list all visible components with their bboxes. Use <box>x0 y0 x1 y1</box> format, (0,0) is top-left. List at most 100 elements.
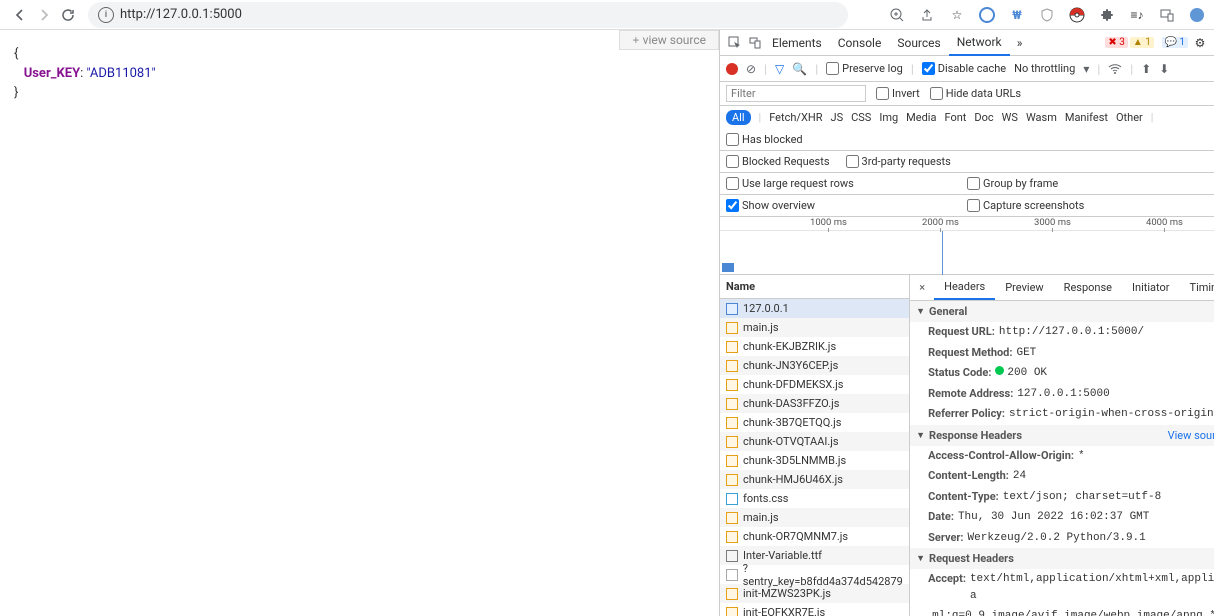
back-button[interactable] <box>8 3 32 27</box>
invert-checkbox[interactable]: Invert <box>876 87 920 100</box>
bookmark-icon[interactable]: ☆ <box>948 6 966 24</box>
search-icon[interactable]: 🔍 <box>792 62 807 76</box>
header-row: Content-Length:24 <box>910 466 1214 487</box>
puzzle-icon[interactable] <box>1098 6 1116 24</box>
request-row[interactable]: chunk-HMJ6U46X.js <box>720 470 909 489</box>
detail-tab-initiator[interactable]: Initiator <box>1122 276 1180 299</box>
general-section-title[interactable]: ▼General <box>910 301 1214 322</box>
disable-cache-checkbox[interactable]: Disable cache <box>922 62 1006 75</box>
capture-screenshots-checkbox[interactable]: Capture screenshots <box>967 199 1208 212</box>
file-icon <box>726 360 738 372</box>
blocked-requests-checkbox[interactable]: Blocked Requests <box>726 155 830 168</box>
request-row[interactable]: chunk-3D5LNMMB.js <box>720 451 909 470</box>
type-other[interactable]: Other <box>1116 111 1143 124</box>
response-headers-title[interactable]: ▼Response HeadersView source <box>910 425 1214 446</box>
has-blocked-checkbox[interactable]: Has blocked <box>726 133 803 146</box>
request-row[interactable]: chunk-EKJBZRIK.js <box>720 337 909 356</box>
type-manifest[interactable]: Manifest <box>1065 111 1108 124</box>
view-source-button[interactable]: + view source <box>619 30 719 50</box>
tab-network[interactable]: Network <box>949 30 1010 56</box>
close-details-button[interactable]: × <box>910 281 934 294</box>
type-fetch[interactable]: Fetch/XHR <box>769 111 822 124</box>
request-row[interactable]: chunk-3B7QETQQ.js <box>720 413 909 432</box>
file-icon <box>726 455 738 467</box>
show-overview-checkbox[interactable]: Show overview <box>726 199 967 212</box>
filter-input[interactable] <box>726 85 866 102</box>
request-row[interactable]: main.js <box>720 318 909 337</box>
request-headers-title[interactable]: ▼Request Headers <box>910 548 1214 569</box>
extension-2-icon[interactable]: ₩ <box>1008 6 1026 24</box>
detail-tab-response[interactable]: Response <box>1054 276 1122 299</box>
type-js[interactable]: JS <box>831 111 844 124</box>
header-row: Accept:text/html,application/xhtml+xml,a… <box>910 569 1214 606</box>
pokeball-icon[interactable] <box>1068 6 1086 24</box>
request-row[interactable]: chunk-OTVQTAAI.js <box>720 432 909 451</box>
request-name: chunk-3D5LNMMB.js <box>743 454 846 467</box>
file-icon <box>726 550 738 562</box>
request-row[interactable]: chunk-JN3Y6CEP.js <box>720 356 909 375</box>
message-badge[interactable]: 💬 1 <box>1162 37 1188 48</box>
hide-data-urls-checkbox[interactable]: Hide data URLs <box>930 87 1021 100</box>
more-tabs-icon[interactable]: » <box>1010 36 1030 50</box>
request-row[interactable]: fonts.css <box>720 489 909 508</box>
profile-icon[interactable] <box>1188 6 1206 24</box>
extension-1-icon[interactable] <box>978 6 996 24</box>
error-badge[interactable]: ✖ 3 <box>1105 37 1127 48</box>
devices-icon[interactable] <box>1158 6 1176 24</box>
detail-tab-timing[interactable]: Timing <box>1180 276 1214 299</box>
type-doc[interactable]: Doc <box>974 111 993 124</box>
view-source-link[interactable]: View source <box>1168 429 1214 442</box>
type-media[interactable]: Media <box>906 111 936 124</box>
request-name: chunk-HMJ6U46X.js <box>743 473 843 486</box>
forward-button[interactable] <box>32 3 56 27</box>
share-icon[interactable] <box>918 6 936 24</box>
shield-icon[interactable] <box>1038 6 1056 24</box>
tab-sources[interactable]: Sources <box>889 31 948 55</box>
request-row[interactable]: chunk-DFDMEKSX.js <box>720 375 909 394</box>
third-party-checkbox[interactable]: 3rd-party requests <box>846 155 951 168</box>
zoom-icon[interactable] <box>888 6 906 24</box>
request-row[interactable]: chunk-DAS3FFZO.js <box>720 394 909 413</box>
request-name: main.js <box>743 511 779 524</box>
clear-button[interactable]: ⊘ <box>746 62 756 76</box>
timeline[interactable]: 1000 ms 2000 ms 3000 ms 4000 ms <box>720 217 1214 275</box>
type-img[interactable]: Img <box>879 111 898 124</box>
download-icon[interactable]: ⬇ <box>1159 62 1169 76</box>
detail-tab-headers[interactable]: Headers <box>934 275 995 300</box>
playlist-icon[interactable]: ≡♪ <box>1128 6 1146 24</box>
request-row[interactable]: 127.0.0.1 <box>720 299 909 318</box>
type-wasm[interactable]: Wasm <box>1026 111 1057 124</box>
detail-tab-preview[interactable]: Preview <box>995 276 1053 299</box>
throttling-arrow-icon[interactable]: ▾ <box>1083 62 1089 76</box>
wifi-icon[interactable] <box>1108 63 1122 75</box>
request-name: init-MZWS23PK.js <box>743 587 831 600</box>
request-row[interactable]: chunk-OR7QMNM7.js <box>720 527 909 546</box>
header-row: ml;q=0.9,image/avif,image/webp,image/apn… <box>910 606 1214 616</box>
request-name: fonts.css <box>743 492 788 505</box>
type-font[interactable]: Font <box>944 111 966 124</box>
file-icon <box>726 607 738 616</box>
throttling-select[interactable]: No throttling <box>1014 62 1075 75</box>
group-frame-checkbox[interactable]: Group by frame <box>967 177 1208 190</box>
type-all[interactable]: All <box>726 110 751 125</box>
name-column-header[interactable]: Name <box>720 275 909 299</box>
filter-icon[interactable]: ▽ <box>775 62 784 76</box>
preserve-log-checkbox[interactable]: Preserve log <box>826 62 903 75</box>
upload-icon[interactable]: ⬆ <box>1141 62 1151 76</box>
inspect-icon[interactable] <box>724 36 744 50</box>
type-css[interactable]: CSS <box>851 111 871 124</box>
device-mode-icon[interactable] <box>744 36 764 50</box>
request-row[interactable]: init-EOFKXR7E.js <box>720 603 909 616</box>
request-row[interactable]: main.js <box>720 508 909 527</box>
tab-console[interactable]: Console <box>830 31 890 55</box>
record-button[interactable] <box>726 63 738 75</box>
request-row[interactable]: ?sentry_key=b8fdd4a374d542879 <box>720 565 909 584</box>
settings-icon[interactable]: ⚙ <box>1190 36 1210 50</box>
url-bar[interactable]: i http://127.0.0.1:5000 <box>88 2 848 28</box>
warning-badge[interactable]: ▲ 1 <box>1130 37 1154 48</box>
reload-button[interactable] <box>56 3 80 27</box>
type-ws[interactable]: WS <box>1002 111 1018 124</box>
tab-elements[interactable]: Elements <box>764 31 830 55</box>
page-content: + view source { User_KEY: "ADB11081" } <box>0 30 719 616</box>
large-rows-checkbox[interactable]: Use large request rows <box>726 177 967 190</box>
